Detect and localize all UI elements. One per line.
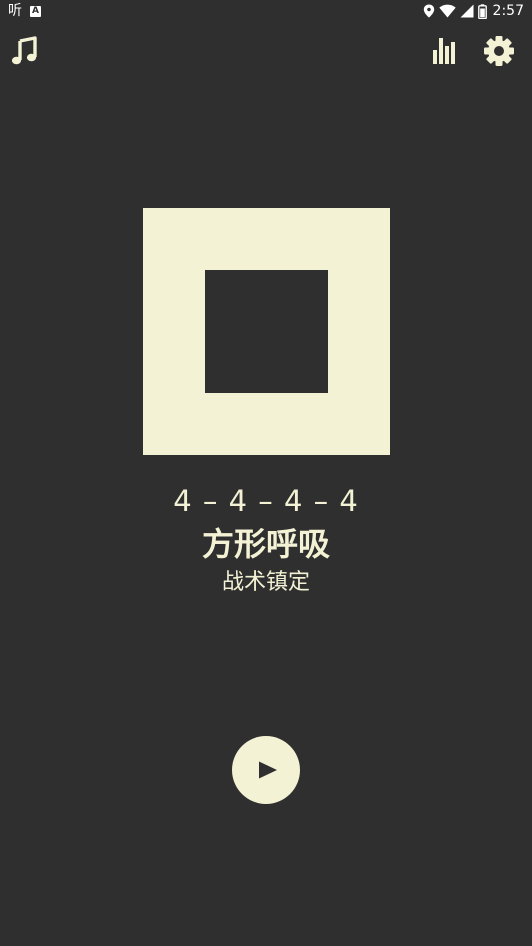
play-button[interactable]	[232, 736, 300, 804]
settings-button[interactable]	[483, 35, 515, 67]
play-icon	[259, 761, 277, 779]
statistics-button[interactable]	[430, 36, 460, 66]
status-bar-left: 听 A	[8, 3, 41, 19]
wifi-icon	[438, 4, 456, 18]
status-app-label: 听	[8, 3, 22, 19]
breathing-square	[143, 208, 390, 455]
status-time: 2:57	[492, 3, 524, 19]
battery-icon	[477, 3, 487, 19]
breathing-pattern: 4 – 4 – 4 – 4	[173, 484, 359, 518]
music-note-icon	[11, 36, 37, 65]
exercise-subtitle: 战术镇定	[221, 570, 310, 595]
location-icon	[423, 4, 434, 18]
music-button[interactable]	[10, 36, 38, 66]
exercise-title: 方形呼吸	[201, 525, 330, 563]
notification-badge: A	[30, 5, 41, 17]
bar-chart-icon	[433, 38, 455, 64]
signal-icon	[460, 4, 474, 18]
status-bar: 听 A 2:57	[0, 0, 532, 24]
breathing-square-inner	[205, 270, 328, 393]
status-bar-right: 2:57	[423, 3, 524, 19]
gear-icon	[484, 36, 514, 66]
